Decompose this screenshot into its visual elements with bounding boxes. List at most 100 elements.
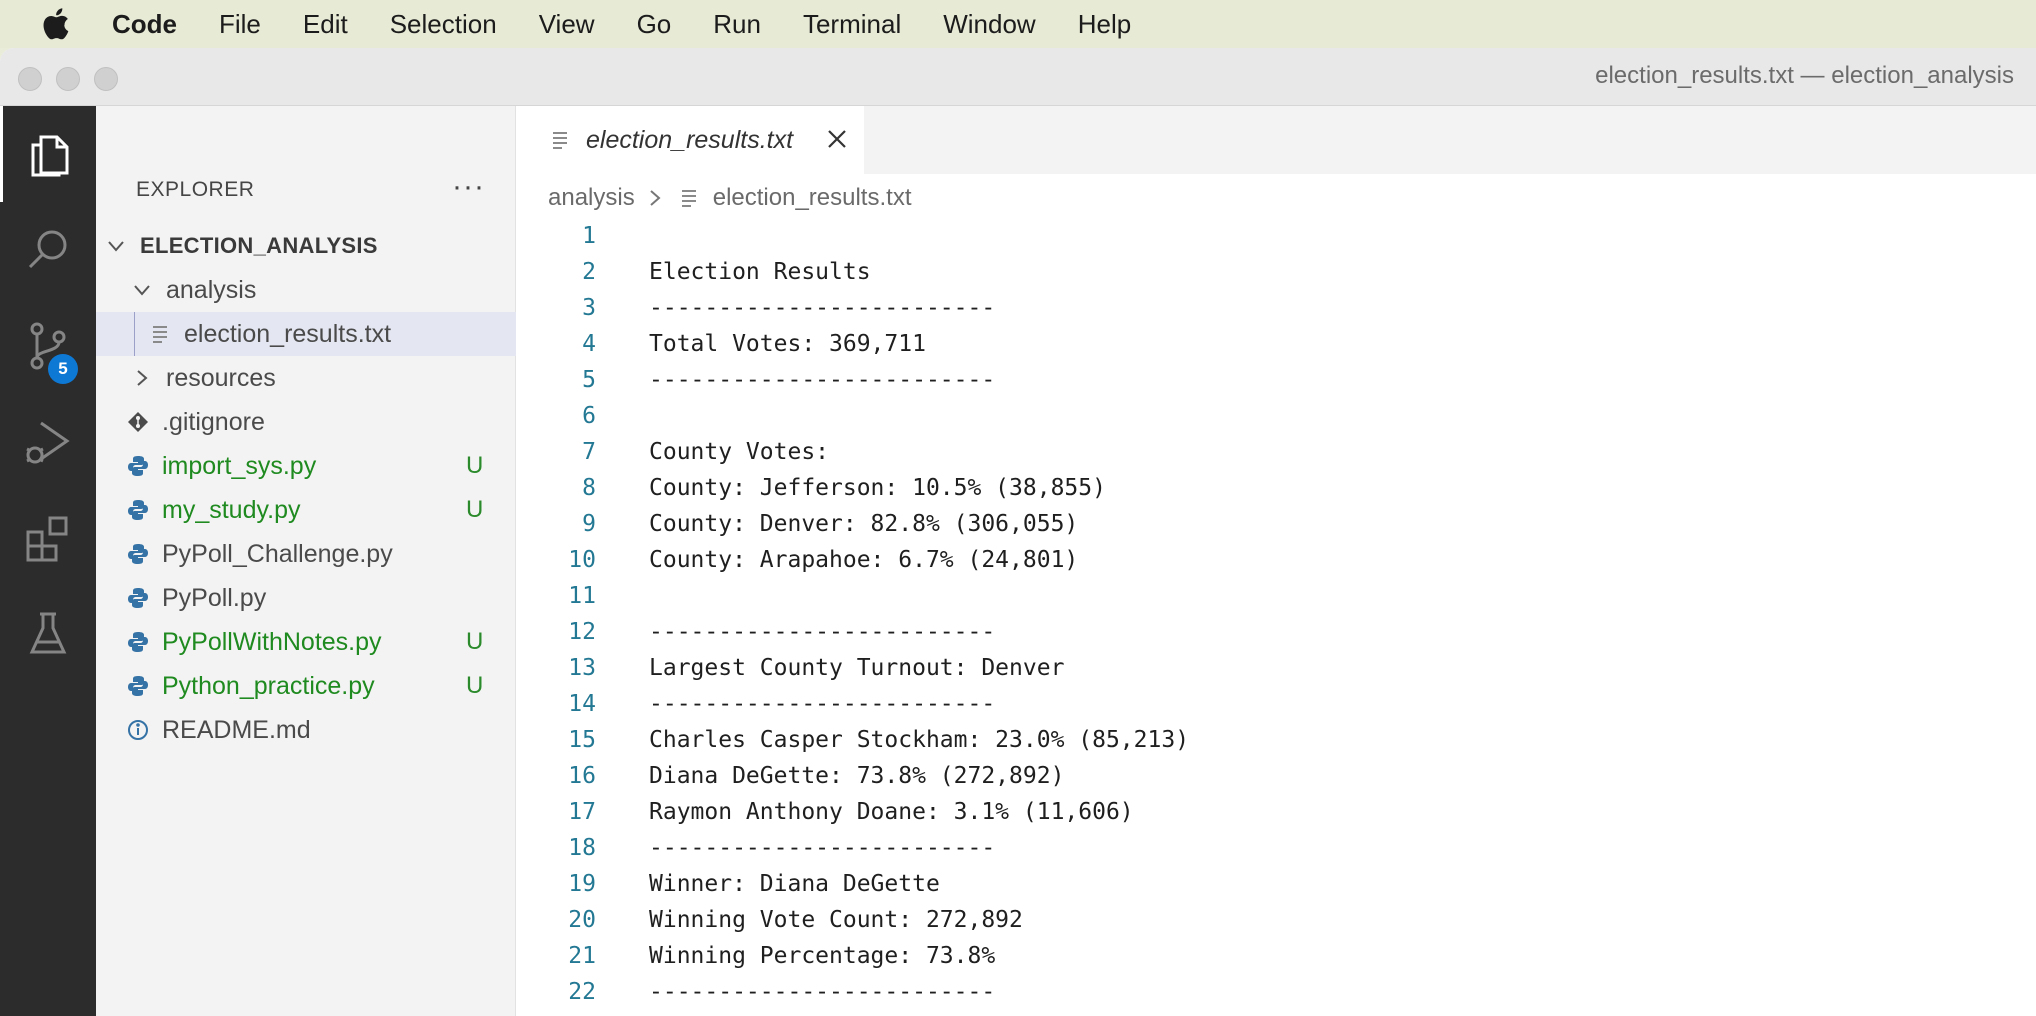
untracked-status-badge: U <box>466 496 484 523</box>
chevron-down-icon <box>130 278 154 302</box>
line-text: Winning Vote Count: 272,892 <box>649 907 1023 933</box>
line-number: 21 <box>568 943 596 969</box>
code-line[interactable]: 21 Winning Percentage: 73.8% <box>516 938 2036 974</box>
code-line[interactable]: 6 <box>516 398 2036 434</box>
explorer-icon[interactable] <box>0 106 96 202</box>
line-number: 1 <box>582 223 596 249</box>
code-line[interactable]: 20 Winning Vote Count: 272,892 <box>516 902 2036 938</box>
code-line[interactable]: 13 Largest County Turnout: Denver <box>516 650 2036 686</box>
line-text: ------------------------- <box>649 619 996 645</box>
run-debug-icon[interactable] <box>0 394 96 490</box>
apple-logo-icon[interactable] <box>40 8 72 40</box>
code-line[interactable]: 4 Total Votes: 369,711 <box>516 326 2036 362</box>
testing-icon[interactable] <box>0 586 96 682</box>
code-line[interactable]: 19 Winner: Diana DeGette <box>516 866 2036 902</box>
breadcrumb-folder[interactable]: analysis <box>548 184 635 212</box>
code-line[interactable]: 16 Diana DeGette: 73.8% (272,892) <box>516 758 2036 794</box>
line-number: 14 <box>568 691 596 717</box>
tree-file-import-sys[interactable]: import_sys.py U <box>96 444 516 488</box>
line-number: 8 <box>582 475 596 501</box>
minimize-window-button[interactable] <box>56 67 80 91</box>
tree-file-label: PyPollWithNotes.py <box>162 627 382 656</box>
menu-edit[interactable]: Edit <box>303 9 348 40</box>
line-number: 15 <box>568 727 596 753</box>
line-number: 13 <box>568 655 596 681</box>
system-menu-bar: Code File Edit Selection View Go Run Ter… <box>0 0 2036 48</box>
menu-help[interactable]: Help <box>1078 9 1131 40</box>
menu-view[interactable]: View <box>539 9 595 40</box>
line-text: County: Jefferson: 10.5% (38,855) <box>649 475 1106 501</box>
code-line[interactable]: 1 <box>516 218 2036 254</box>
tree-file-election-results[interactable]: election_results.txt <box>96 312 516 356</box>
code-line[interactable]: 22 ------------------------- <box>516 974 2036 1010</box>
python-file-icon <box>126 498 150 522</box>
line-number: 6 <box>582 403 596 429</box>
text-file-icon <box>148 322 172 346</box>
code-line[interactable]: 3 ------------------------- <box>516 290 2036 326</box>
activity-bar: 5 <box>0 106 96 1016</box>
tree-folder-resources[interactable]: resources <box>96 356 516 400</box>
title-bar: election_results.txt — election_analysis <box>0 48 2036 106</box>
menu-terminal[interactable]: Terminal <box>803 9 901 40</box>
tree-file-pypoll[interactable]: PyPoll.py <box>96 576 516 620</box>
tree-file-pypoll-challenge[interactable]: PyPoll_Challenge.py <box>96 532 516 576</box>
tree-file-readme[interactable]: README.md <box>96 708 516 752</box>
code-line[interactable]: 2 Election Results <box>516 254 2036 290</box>
source-control-icon[interactable]: 5 <box>0 298 96 394</box>
code-line[interactable]: 15 Charles Casper Stockham: 23.0% (85,213… <box>516 722 2036 758</box>
line-text: ------------------------- <box>649 835 996 861</box>
tree-root-label: ELECTION_ANALYSIS <box>140 233 378 258</box>
untracked-status-badge: U <box>466 452 484 479</box>
line-number: 17 <box>568 799 596 825</box>
source-control-badge: 5 <box>48 354 78 384</box>
text-file-icon <box>548 128 572 152</box>
tree-file-gitignore[interactable]: .gitignore <box>96 400 516 444</box>
breadcrumb-file[interactable]: election_results.txt <box>713 184 912 212</box>
indent-guide <box>134 312 135 356</box>
tree-file-label: PyPoll_Challenge.py <box>162 539 393 568</box>
code-line[interactable]: 18 ------------------------- <box>516 830 2036 866</box>
code-line[interactable]: 7 County Votes: <box>516 434 2036 470</box>
tab-bar: election_results.txt <box>516 106 2036 174</box>
code-line[interactable]: 8 County: Jefferson: 10.5% (38,855) <box>516 470 2036 506</box>
code-line[interactable]: 12 ------------------------- <box>516 614 2036 650</box>
more-actions-button[interactable]: ··· <box>452 170 485 204</box>
menu-window[interactable]: Window <box>943 9 1035 40</box>
menu-app-code[interactable]: Code <box>112 9 177 40</box>
line-text: County Votes: <box>649 439 830 465</box>
code-line[interactable]: 17 Raymon Anthony Doane: 3.1% (11,606) <box>516 794 2036 830</box>
python-file-icon <box>126 674 150 698</box>
tree-folder-label: analysis <box>166 275 257 304</box>
chevron-right-icon <box>130 366 154 390</box>
tree-folder-analysis[interactable]: analysis <box>96 268 516 312</box>
menu-run[interactable]: Run <box>713 9 761 40</box>
breadcrumb: analysis election_results.txt <box>548 184 911 212</box>
code-line[interactable]: 9 County: Denver: 82.8% (306,055) <box>516 506 2036 542</box>
line-number: 18 <box>568 835 596 861</box>
search-icon[interactable] <box>0 202 96 298</box>
code-line[interactable]: 11 <box>516 578 2036 614</box>
python-file-icon <box>126 586 150 610</box>
close-icon[interactable] <box>824 126 850 152</box>
line-text: Raymon Anthony Doane: 3.1% (11,606) <box>649 799 1134 825</box>
zoom-window-button[interactable] <box>94 67 118 91</box>
explorer-sidebar: EXPLORER ··· ELECTION_ANALYSIS analysis … <box>96 106 516 1016</box>
code-line[interactable]: 5 ------------------------- <box>516 362 2036 398</box>
extensions-icon[interactable] <box>0 490 96 586</box>
tree-file-label: README.md <box>162 715 311 744</box>
code-line[interactable]: 10 County: Arapahoe: 6.7% (24,801) <box>516 542 2036 578</box>
code-editor[interactable]: 1 2 Election Results 3 ---------------------… <box>516 218 2036 1010</box>
tree-file-label: PyPoll.py <box>162 583 267 612</box>
line-text: Diana DeGette: 73.8% (272,892) <box>649 763 1065 789</box>
menu-file[interactable]: File <box>219 9 261 40</box>
menu-go[interactable]: Go <box>637 9 672 40</box>
tree-file-python-practice[interactable]: Python_practice.py U <box>96 664 516 708</box>
line-number: 11 <box>568 583 596 609</box>
tab-election-results[interactable]: election_results.txt <box>516 106 864 174</box>
tree-root-folder[interactable]: ELECTION_ANALYSIS <box>96 224 516 268</box>
code-line[interactable]: 14 ------------------------- <box>516 686 2036 722</box>
close-window-button[interactable] <box>18 67 42 91</box>
tree-file-my-study[interactable]: my_study.py U <box>96 488 516 532</box>
menu-selection[interactable]: Selection <box>390 9 497 40</box>
tree-file-pypoll-with-notes[interactable]: PyPollWithNotes.py U <box>96 620 516 664</box>
